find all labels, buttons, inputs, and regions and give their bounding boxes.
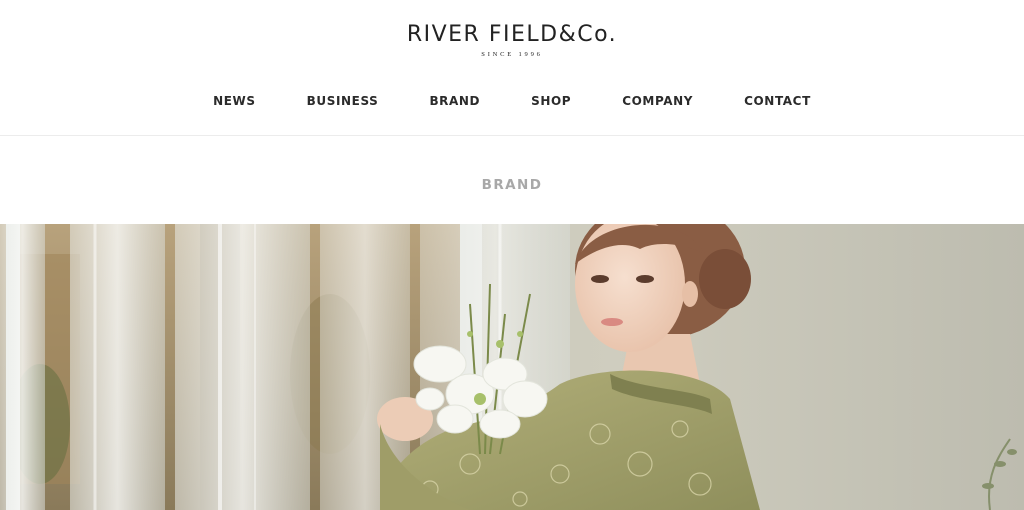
- hero-photo-illustration: [0, 224, 1024, 510]
- nav-item-shop[interactable]: SHOP: [531, 93, 571, 109]
- nav-item-brand[interactable]: BRAND: [429, 93, 480, 109]
- site-logo[interactable]: RIVER FIELD&Co. SINCE 1996: [0, 20, 1024, 59]
- nav-item-news[interactable]: NEWS: [213, 93, 256, 109]
- logo-wordmark: RIVER FIELD&Co.: [406, 22, 618, 47]
- logo-since-text: SINCE 1996: [481, 51, 543, 58]
- nav-item-company[interactable]: COMPANY: [622, 93, 693, 109]
- hero-image: [0, 224, 1024, 510]
- nav-item-business[interactable]: BUSINESS: [307, 93, 379, 109]
- site-header: RIVER FIELD&Co. SINCE 1996 NEWS BUSINESS…: [0, 0, 1024, 136]
- nav-item-contact[interactable]: CONTACT: [744, 93, 811, 109]
- page-title: BRAND: [481, 177, 543, 193]
- global-nav: NEWS BUSINESS BRAND SHOP COMPANY CONTACT: [0, 93, 1024, 109]
